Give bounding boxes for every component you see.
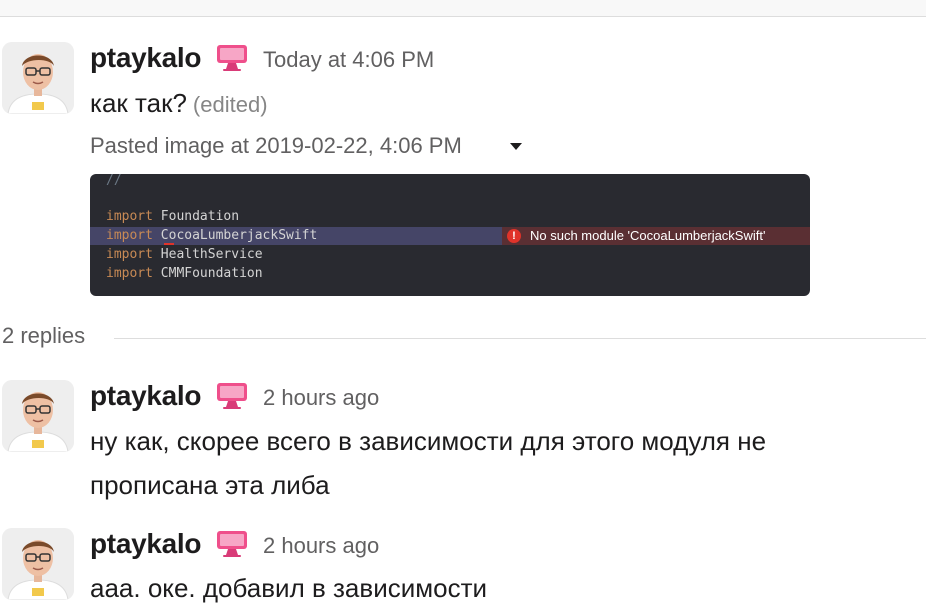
edited-label: (edited)	[192, 92, 268, 117]
error-badge-icon: !	[507, 229, 521, 243]
pink-imac-icon	[216, 44, 248, 72]
message-text-line: ааа. оке. добавил в зависимости	[90, 573, 488, 603]
timestamp[interactable]: 2 hours ago	[263, 385, 379, 411]
message: ptaykalo Today at 4:06 PM как так? (edite…	[0, 0, 926, 300]
avatar[interactable]	[2, 380, 74, 452]
user-avatar-icon	[2, 42, 74, 114]
code-comment: //	[106, 174, 122, 188]
error-squiggle	[164, 243, 174, 245]
avatar[interactable]	[2, 528, 74, 600]
username[interactable]: ptaykalo	[90, 42, 202, 74]
avatar[interactable]	[2, 42, 74, 114]
timestamp[interactable]: Today at 4:06 PM	[263, 47, 434, 73]
username[interactable]: ptaykalo	[90, 528, 202, 560]
code-line: import HealthService	[106, 247, 263, 262]
code-line: import Foundation	[106, 209, 240, 224]
username[interactable]: ptaykalo	[90, 380, 202, 412]
message-text: как так? (edited)	[90, 81, 268, 127]
pasted-image[interactable]: // import Foundation import CocoaLumberj…	[90, 174, 810, 296]
message-body: как так?	[90, 88, 187, 118]
replies-divider	[114, 338, 926, 339]
caret-down-icon[interactable]	[510, 143, 522, 150]
timestamp[interactable]: 2 hours ago	[263, 533, 379, 559]
code-line: import CMMFoundation	[106, 266, 263, 281]
user-avatar-icon	[2, 528, 74, 600]
pink-imac-icon	[216, 530, 248, 558]
pink-imac-icon	[216, 382, 248, 410]
code-line-error: import CocoaLumberjackSwift	[106, 228, 318, 243]
user-avatar-icon	[2, 380, 74, 452]
error-message: No such module 'CocoaLumberjackSwift'	[530, 228, 766, 243]
attachment-title[interactable]: Pasted image at 2019-02-22, 4:06 PM	[90, 133, 462, 159]
message-text-line: ну как, скорее всего в зависимости для э…	[90, 426, 767, 456]
replies-count[interactable]: 2 replies	[2, 323, 85, 349]
message-text-line: прописана эта либа	[90, 470, 330, 500]
